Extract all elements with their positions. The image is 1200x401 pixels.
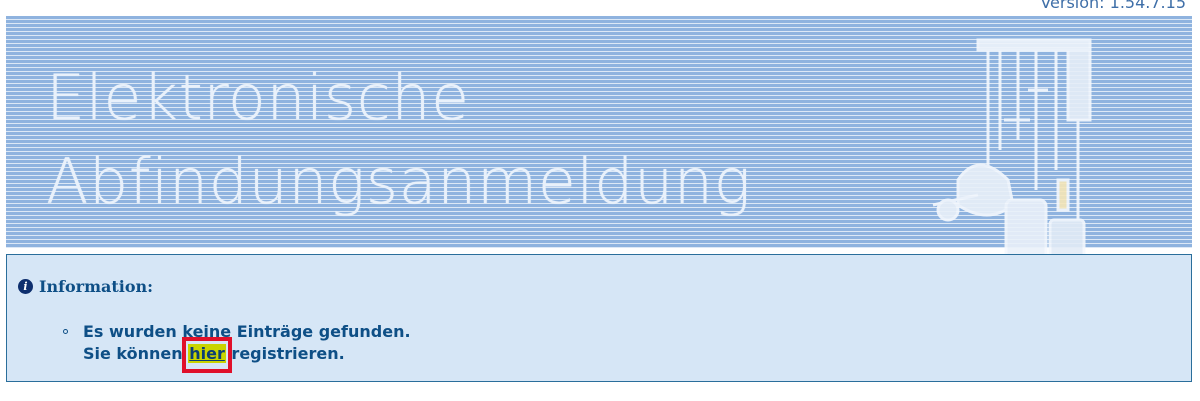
information-panel: i Information: Es wurden keine Einträge … <box>6 254 1192 382</box>
banner-title: Elektronische Abfindungsanmeldung <box>46 56 751 224</box>
no-entries-message: Es wurden keine Einträge gefunden. <box>83 322 411 341</box>
version-label: Version: 1.54.7.15 <box>1040 0 1186 12</box>
banner-title-line1: Elektronische <box>46 61 470 134</box>
info-icon: i <box>18 279 33 294</box>
register-suffix: registrieren. <box>225 344 345 363</box>
register-prefix: Sie können <box>83 344 189 363</box>
register-message: Sie können hier registrieren. <box>63 337 411 373</box>
register-here-link[interactable]: hier <box>188 344 226 363</box>
register-link-wrapper: hier <box>182 337 232 373</box>
information-header: i Information: <box>18 277 153 296</box>
information-title: Information: <box>39 277 154 296</box>
banner-title-line2: Abfindungsanmeldung <box>46 145 752 218</box>
bullet-icon <box>63 329 68 334</box>
list-item: Es wurden keine Einträge gefunden. <box>63 321 411 343</box>
page: Version: 1.54.7.15 Elektronische Abfindu… <box>0 0 1200 401</box>
information-list: Es wurden keine Einträge gefunden. Sie k… <box>63 321 411 373</box>
